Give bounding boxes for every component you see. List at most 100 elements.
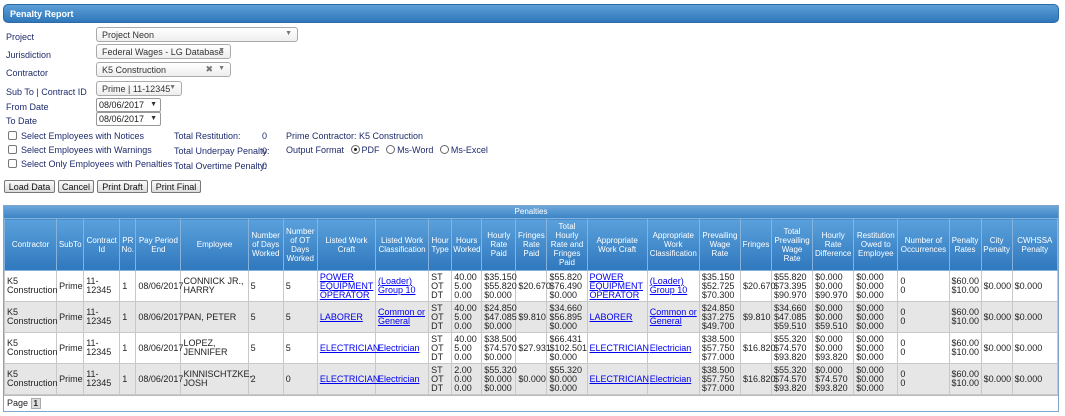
column-header[interactable]: Hours Worked [451,218,483,271]
column-header[interactable]: SubTo [56,218,85,271]
checkbox-icon[interactable] [8,145,17,154]
column-header[interactable]: Total Prevailing Wage Rate [771,218,814,271]
cell-link[interactable]: LABORER [320,312,363,322]
warnings-checkbox-label: Select Employees with Warnings [21,145,152,155]
cell-link[interactable]: ELECTRICIAN [590,374,650,384]
cell-link[interactable]: POWER EQUIPMENT OPERATOR [320,272,374,300]
table-cell: Prime [56,301,85,333]
column-header[interactable]: Hourly Rate Paid [481,218,517,271]
contractor-value: K5 Construction [102,65,167,75]
cell-link[interactable]: POWER EQUIPMENT OPERATOR [590,272,644,300]
column-header[interactable]: Appropriate Work Craft [586,218,648,271]
table-cell: (Loader) Group 10 [646,270,700,302]
table-cell: 1 [119,301,137,333]
table-cell: $0.000 $0.000 $0.000 [853,270,899,302]
cell-link[interactable]: Electrician [378,343,420,353]
notices-checkbox[interactable]: Select Employees with Notices [8,131,144,141]
penalties-table: Contractor SubTo Contract Id PR No. Pay Peri… [4,218,1058,395]
table-cell: $16.820 [739,332,776,364]
column-header[interactable]: Contractor [4,218,58,271]
subto-select[interactable]: Prime | 11-12345 ▼ [96,81,182,96]
column-header[interactable]: Employee [180,218,249,271]
project-select[interactable]: Project Neon ▼ [96,27,298,42]
table-row: K5 Construction Prime 11-12345 1 08/06/2017 C… [4,270,1058,302]
cell-link[interactable]: Electrician [650,343,692,353]
table-cell: Prime [56,363,85,395]
table-cell: 08/06/2017 [135,363,183,395]
column-header[interactable]: Contract Id [83,218,121,271]
cell-link[interactable]: (Loader) Group 10 [650,276,688,295]
notices-checkbox-label: Select Employees with Notices [21,131,145,141]
cell-link[interactable]: ELECTRICIAN [590,343,650,353]
radio-excel[interactable] [439,145,449,154]
checkbox-icon[interactable] [8,131,17,140]
table-cell: K5 Construction [4,270,58,302]
cell-link[interactable]: Common or General [650,307,697,326]
warnings-checkbox[interactable]: Select Employees with Warnings [8,145,152,155]
table-cell: ST OT DT [428,332,453,364]
page-button[interactable]: 1 [30,398,41,409]
column-header[interactable]: Listed Work Classification [374,218,430,271]
column-header[interactable]: Number of OT Days Worked [282,218,318,271]
to-date-input[interactable]: 08/06/2017 ▼ [96,112,161,126]
cell-link[interactable]: ELECTRICIAN [320,343,380,353]
column-header[interactable]: Appropriate Work Classification [646,218,700,271]
column-header[interactable]: CWHSSA Penalty [1011,218,1058,271]
table-cell: ST OT DT [428,270,453,302]
table-cell: K5 Construction [4,332,58,364]
table-cell: $38.500 $74.570 $0.000 [481,332,517,364]
cell-link[interactable]: Electrician [378,374,420,384]
clear-icon[interactable]: ✖ [205,64,213,75]
column-header[interactable]: Restitution Owed to Employee [853,218,899,271]
jurisdiction-select[interactable]: Federal Wages - LG Database ▼ [96,44,231,59]
table-cell: (Loader) Group 10 [374,270,430,302]
column-header[interactable]: Number of Occurrences [897,218,950,271]
column-header[interactable]: PR No. [119,218,137,271]
cancel-button[interactable]: Cancel [58,180,94,193]
column-header[interactable]: Prevailing Wage Rate [698,218,741,271]
table-cell: KINNISCHTZKE, JOSH [180,363,252,395]
radio-word[interactable] [386,145,396,154]
cell-link[interactable]: Electrician [650,374,692,384]
table-cell: 5 [247,301,284,333]
table-cell: $9.810 [739,301,773,333]
load-data-button[interactable]: Load Data [4,180,55,193]
table-cell: K5 Construction [4,301,58,333]
column-header[interactable]: Fringes Rate Paid [515,218,548,271]
from-date-input[interactable]: 08/06/2017 ▼ [96,98,161,112]
cell-link[interactable]: ELECTRICIAN [320,374,380,384]
column-header[interactable]: Number of Days Worked [247,218,284,271]
cell-link[interactable]: LABORER [590,312,633,322]
column-header[interactable]: Hourly Rate Difference [812,218,855,271]
table-cell: 0 [282,363,318,395]
chevron-down-icon: ▼ [150,115,157,122]
contractor-select[interactable]: K5 Construction ✖ ▼ [96,62,231,77]
contractor-label: Contractor [6,68,49,78]
total-overtime-label: Total Overtime Penalty: [174,161,268,171]
table-cell: 40.00 5.00 0.00 [451,270,483,302]
column-header[interactable]: Total Hourly Rate and Fringes Paid [546,218,588,271]
column-header[interactable]: City Penalty [980,218,1013,271]
cell-link[interactable]: Common or General [378,307,425,326]
column-header[interactable]: Pay Period End [135,218,182,271]
table-cell: $38.500 $57.750 $77.000 [698,363,741,395]
table-cell: $35.150 $52.725 $70.300 [698,270,741,302]
to-date-value: 08/06/2017 [99,114,145,124]
print-draft-button[interactable]: Print Draft [97,180,148,193]
radio-pdf[interactable] [350,145,360,154]
table-cell: $55.320 $74.570 $93.820 [771,363,814,395]
checkbox-icon[interactable] [8,159,17,168]
cell-link[interactable]: (Loader) Group 10 [378,276,416,295]
table-row: K5 Construction Prime 11-12345 1 08/06/2017 K… [4,363,1058,395]
penalties-only-checkbox[interactable]: Select Only Employees with Penalties [8,159,172,169]
column-header[interactable]: Fringes [739,218,773,271]
table-cell: $66.431 $102.501 $0.000 [546,332,588,364]
column-header[interactable]: Penalty Rates [948,218,982,271]
print-final-button[interactable]: Print Final [151,180,201,193]
table-cell: 08/06/2017 [135,270,183,302]
table-cell: POWER EQUIPMENT OPERATOR [586,270,648,302]
column-header[interactable]: Hour Type [428,218,453,271]
subto-value: Prime | 11-12345 [102,84,171,94]
column-header[interactable]: Listed Work Craft [316,218,376,271]
table-cell: 5 [282,301,318,333]
